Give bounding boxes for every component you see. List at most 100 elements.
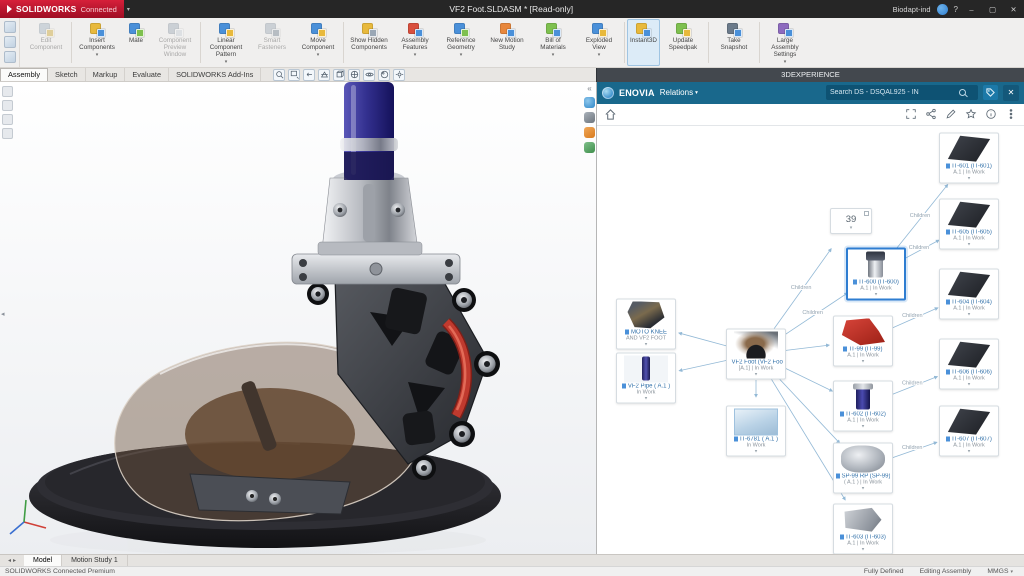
- panel-close-button[interactable]: ✕: [1003, 85, 1019, 101]
- graph-node-motoknee[interactable]: MOTO KNEEAND VF2 FOOT▾: [616, 298, 676, 349]
- sketch-tool-icon[interactable]: [2, 100, 13, 111]
- avatar[interactable]: [937, 4, 948, 15]
- chrome-clamp[interactable]: [318, 170, 422, 255]
- measure-tool-icon[interactable]: [2, 114, 13, 125]
- graph-node-it603[interactable]: IT-603 (IT-603)A.1 | In Work▾: [833, 503, 893, 554]
- edit-appearance-icon[interactable]: [378, 69, 390, 81]
- help-icon[interactable]: ?: [954, 5, 958, 14]
- tab-assembly[interactable]: Assembly: [0, 68, 48, 81]
- close-button[interactable]: ✕: [1006, 2, 1021, 16]
- ribbon-button-exploded-view[interactable]: Exploded View▾: [576, 19, 622, 66]
- home-icon[interactable]: [604, 108, 617, 121]
- tab-sketch[interactable]: Sketch: [48, 68, 86, 81]
- info-icon[interactable]: [985, 108, 997, 120]
- graph-node-it604[interactable]: IT-604 (IT-604)A.1 | In Work▾: [939, 268, 999, 319]
- ribbon-button-move-component[interactable]: Move Component▾: [295, 19, 341, 66]
- ribbon-button-reference-geometry[interactable]: Reference Geometry▾: [438, 19, 484, 66]
- tag-icon[interactable]: [983, 85, 998, 100]
- graph-node-it6781[interactable]: IT-6781 ( A.1 )In Work▾: [726, 405, 786, 456]
- tab-scroll-arrows[interactable]: ◂▸: [0, 555, 24, 566]
- pylon[interactable]: [340, 82, 398, 180]
- expand-icon[interactable]: [905, 108, 917, 120]
- open-document-icon[interactable]: [4, 36, 16, 48]
- node-expand-chevron-icon[interactable]: ▾: [619, 395, 673, 401]
- graph-node-it601[interactable]: IT-601 (IT-601)A.1 | In Work▾: [939, 132, 999, 183]
- zoom-area-icon[interactable]: [288, 69, 300, 81]
- ribbon-button-large-assembly-settings[interactable]: Large Assembly Settings▾: [762, 19, 808, 66]
- ribbon-button-linear-component-pattern[interactable]: Linear Component Pattern▾: [203, 19, 249, 66]
- node-expand-chevron-icon[interactable]: ▾: [619, 341, 673, 347]
- search-icon[interactable]: [959, 89, 966, 96]
- top-plate[interactable]: [292, 254, 460, 284]
- tab-solidworks-add-ins[interactable]: SOLIDWORKS Add-Ins: [169, 68, 261, 81]
- search-input[interactable]: [830, 89, 956, 96]
- scroll-left-icon[interactable]: ◂: [8, 557, 11, 564]
- view-orientation-icon[interactable]: [333, 69, 345, 81]
- graph-node-it606[interactable]: IT-606 (IT-606)A.1 | In Work▾: [939, 338, 999, 389]
- graph-node-sp99[interactable]: SP-99 RP (SP-99)( A.1 ) | In Work▾: [833, 442, 893, 493]
- relations-dropdown[interactable]: Relations ▾: [660, 88, 698, 97]
- options-icon[interactable]: [584, 142, 595, 153]
- ribbon-button-insert-components[interactable]: Insert Components▾: [74, 19, 120, 66]
- mass-properties-icon[interactable]: [2, 128, 13, 139]
- node-expand-chevron-icon[interactable]: ▾: [942, 241, 996, 247]
- node-expand-chevron-icon[interactable]: ▾: [833, 225, 869, 231]
- node-expand-chevron-icon[interactable]: ▾: [729, 371, 783, 377]
- star-icon[interactable]: [965, 108, 977, 120]
- 3dexperience-orb-icon[interactable]: [584, 97, 595, 108]
- zoom-fit-icon[interactable]: [273, 69, 285, 81]
- share-icon[interactable]: [925, 108, 937, 120]
- new-document-icon[interactable]: [4, 21, 16, 33]
- node-expand-chevron-icon[interactable]: ▾: [850, 291, 902, 297]
- node-expand-chevron-icon[interactable]: ▾: [836, 485, 890, 491]
- ribbon-button-update-speedpak[interactable]: Update Speedpak: [660, 19, 706, 66]
- ribbon-button-new-motion-study[interactable]: New Motion Study: [484, 19, 530, 66]
- graph-node-group39[interactable]: 39▾: [830, 208, 872, 234]
- status-mmgs[interactable]: MMGS▾: [987, 568, 1013, 575]
- node-expand-chevron-icon[interactable]: ▾: [942, 175, 996, 181]
- viewport-3d-model[interactable]: [0, 82, 596, 554]
- minimize-button[interactable]: –: [964, 2, 979, 16]
- viewport-3d[interactable]: ◂ «: [0, 82, 596, 554]
- display-style-icon[interactable]: [348, 69, 360, 81]
- maximize-button[interactable]: ▢: [985, 2, 1000, 16]
- node-expand-chevron-icon[interactable]: ▾: [836, 546, 890, 552]
- account-name[interactable]: Biodapt-ind: [893, 5, 931, 14]
- node-expand-chevron-icon[interactable]: ▾: [942, 381, 996, 387]
- ribbon-button-assembly-features[interactable]: Assembly Features▾: [392, 19, 438, 66]
- graph-node-vf2foot[interactable]: VF2 Foot (VF2 Foot)[A.1] | In Work▾: [726, 328, 786, 379]
- graph-node-it605[interactable]: IT-605 (IT-605)A.1 | In Work▾: [939, 198, 999, 249]
- ribbon-button-instant3d[interactable]: Instant3D: [627, 19, 660, 66]
- ribbon-button-bill-of-materials[interactable]: Bill of Materials▾: [530, 19, 576, 66]
- tab-markup[interactable]: Markup: [86, 68, 126, 81]
- graph-node-vf2pipe[interactable]: VF2 Pipe ( A.1 )In Work▾: [616, 352, 676, 403]
- scroll-right-icon[interactable]: ▸: [13, 557, 16, 564]
- select-tool-icon[interactable]: [2, 86, 13, 97]
- node-expand-chevron-icon[interactable]: ▾: [836, 358, 890, 364]
- edit-icon[interactable]: [945, 108, 957, 120]
- save-document-icon[interactable]: [4, 51, 16, 63]
- graph-node-it99[interactable]: IT-99 (IT-99)A.1 | In Work▾: [833, 315, 893, 366]
- relations-graph[interactable]: ChildrenChildrenChildrenChildrenChildren…: [597, 126, 1024, 554]
- node-expand-chevron-icon[interactable]: ▾: [836, 423, 890, 429]
- collapse-taskpane-icon[interactable]: «: [587, 85, 591, 93]
- bottom-tab-motion-study-1[interactable]: Motion Study 1: [62, 555, 128, 566]
- previous-view-icon[interactable]: [303, 69, 315, 81]
- node-expand-chevron-icon[interactable]: ▾: [942, 448, 996, 454]
- ribbon-button-mate[interactable]: Mate: [120, 19, 152, 66]
- solidworks-logo[interactable]: SOLIDWORKS Connected: [0, 0, 124, 18]
- tab-evaluate[interactable]: Evaluate: [125, 68, 169, 81]
- ribbon-button-take-snapshot[interactable]: Take Snapshot: [711, 19, 757, 66]
- appearances-icon[interactable]: [584, 127, 595, 138]
- section-view-icon[interactable]: [318, 69, 330, 81]
- featuremanager-collapse-icon[interactable]: ◂: [1, 310, 5, 318]
- more-icon[interactable]: [1005, 108, 1017, 120]
- display-manager-icon[interactable]: [584, 112, 595, 123]
- hide-show-items-icon[interactable]: [363, 69, 375, 81]
- graph-node-it602[interactable]: IT-602 (IT-602)A.1 | In Work▾: [833, 380, 893, 431]
- graph-node-it600[interactable]: IT-600 (IT-600)A.1 | In Work▾: [846, 247, 906, 300]
- view-settings-icon[interactable]: [393, 69, 405, 81]
- bottom-tab-model[interactable]: Model: [24, 555, 62, 566]
- expand-group-icon[interactable]: [864, 211, 869, 216]
- node-expand-chevron-icon[interactable]: ▾: [729, 448, 783, 454]
